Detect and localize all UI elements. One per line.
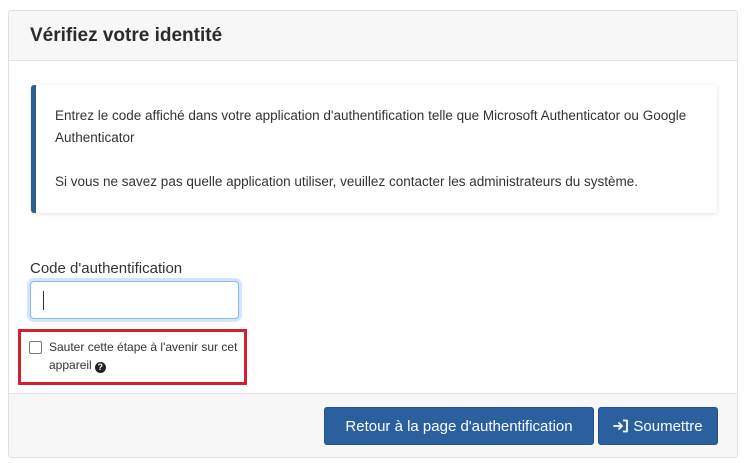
verify-identity-card: Vérifiez votre identité Entrez le code a… [8,10,738,458]
question-circle-icon[interactable]: ? [94,362,106,373]
submit-button-label: Soumettre [633,417,703,435]
skip-step-checkbox[interactable] [29,341,42,354]
skip-step-text: Sauter cette étape à l'avenir sur cet ap… [49,340,238,372]
skip-step-label[interactable]: Sauter cette étape à l'avenir sur cet ap… [49,338,245,374]
submit-button[interactable]: Soumettre [598,407,718,445]
card-header: Vérifiez votre identité [9,11,737,61]
back-button-label: Retour à la page d'authentification [345,417,573,435]
info-text-instructions: Entrez le code affiché dans votre applic… [55,108,687,145]
text-cursor [43,291,44,310]
code-label: Code d'authentification [30,260,183,277]
info-callout: Entrez le code affiché dans votre applic… [31,85,717,213]
info-text-help: Si vous ne savez pas quelle application … [55,174,639,189]
back-to-login-button[interactable]: Retour à la page d'authentification [324,407,594,445]
auth-code-input[interactable] [30,281,239,319]
card-footer: Retour à la page d'authentification Soum… [9,393,737,457]
sign-in-icon [613,419,629,433]
page-title: Vérifiez votre identité [30,24,223,46]
